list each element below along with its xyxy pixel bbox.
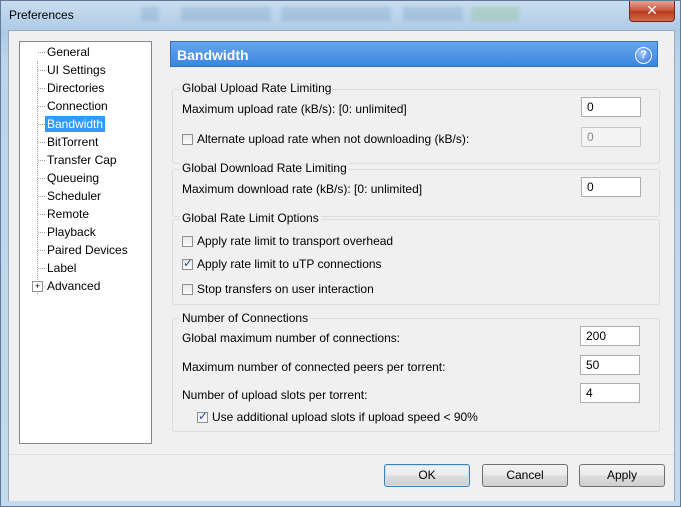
tree-item-directories[interactable]: Directories <box>45 80 106 96</box>
ok-button[interactable]: OK <box>384 464 470 487</box>
max-download-label: Maximum download rate (kB/s): [0: unlimi… <box>182 182 423 196</box>
panel-title: Bandwidth <box>177 47 249 63</box>
alt-upload-label: Alternate upload rate when not downloadi… <box>197 132 470 146</box>
tree-connector <box>38 70 45 71</box>
max-upload-label: Maximum upload rate (kB/s): [0: unlimite… <box>182 102 407 116</box>
utp-label: Apply rate limit to uTP connections <box>197 257 382 271</box>
tree-connector <box>38 250 45 251</box>
transport-overhead-checkbox[interactable]: Apply rate limit to transport overhead <box>182 234 393 248</box>
tree-connector <box>38 196 45 197</box>
window-title: Preferences <box>9 8 74 22</box>
peers-per-torrent-label: Maximum number of connected peers per to… <box>182 360 446 374</box>
tree-item-paired-devices[interactable]: Paired Devices <box>45 242 130 258</box>
transport-overhead-box[interactable] <box>182 236 193 247</box>
background-title-blur <box>141 3 521 25</box>
tree-item-bittorrent[interactable]: BitTorrent <box>45 134 100 150</box>
additional-slots-label: Use additional upload slots if upload sp… <box>212 410 478 424</box>
stop-transfers-label: Stop transfers on user interaction <box>197 282 374 296</box>
tree-item-label[interactable]: Label <box>45 260 78 276</box>
tree-item-connection[interactable]: Connection <box>45 98 110 114</box>
tree-item-general[interactable]: General <box>45 44 92 60</box>
tree-item-transfer-cap[interactable]: Transfer Cap <box>45 152 119 168</box>
tree-connector <box>38 268 45 269</box>
tree-connector <box>38 106 45 107</box>
bandwidth-panel: Bandwidth ? Global Upload Rate Limiting … <box>170 41 660 441</box>
alt-upload-box[interactable] <box>182 134 193 145</box>
upload-slots-input[interactable]: 4 <box>580 383 640 403</box>
close-icon: ✕ <box>646 2 658 18</box>
tree-connector <box>38 88 45 89</box>
tree-item-playback[interactable]: Playback <box>45 224 98 240</box>
additional-slots-box[interactable] <box>197 409 208 423</box>
upload-slots-label: Number of upload slots per torrent: <box>182 388 368 402</box>
connections-group-title: Number of Connections <box>180 311 311 325</box>
panel-banner: Bandwidth ? <box>170 41 658 67</box>
tree-connector <box>38 52 45 53</box>
max-upload-input[interactable]: 0 <box>581 97 641 117</box>
tree-connector <box>38 178 45 179</box>
apply-button[interactable]: Apply <box>579 464 665 487</box>
expand-icon[interactable]: + <box>32 281 43 292</box>
utp-box[interactable] <box>182 256 193 270</box>
tree-connector <box>38 160 45 161</box>
category-tree: General UI Settings Directories Connection B… <box>19 41 152 444</box>
cancel-button[interactable]: Cancel <box>482 464 568 487</box>
tree-item-ui-settings[interactable]: UI Settings <box>45 62 108 78</box>
tree-connector <box>38 214 45 215</box>
transport-overhead-label: Apply rate limit to transport overhead <box>197 234 394 248</box>
tree-item-bandwidth[interactable]: Bandwidth <box>45 116 106 132</box>
download-group-title: Global Download Rate Limiting <box>180 161 349 175</box>
tree-item-scheduler[interactable]: Scheduler <box>45 188 103 204</box>
dialog-footer: OK Cancel Apply <box>9 454 674 501</box>
tree-connector <box>38 124 45 125</box>
close-button[interactable]: ✕ <box>629 1 675 22</box>
dialog-client: General UI Settings Directories Connection B… <box>8 30 675 501</box>
tree-connector <box>38 142 45 143</box>
stop-transfers-checkbox[interactable]: Stop transfers on user interaction <box>182 282 374 296</box>
tree-connector <box>38 232 45 233</box>
preferences-window: Preferences ✕ General UI Settings Director… <box>0 0 681 507</box>
max-download-input[interactable]: 0 <box>581 177 641 197</box>
peers-per-torrent-input[interactable]: 50 <box>580 355 640 375</box>
help-icon[interactable]: ? <box>635 47 652 64</box>
alt-upload-checkbox[interactable]: Alternate upload rate when not downloadi… <box>182 132 469 146</box>
tree-item-remote[interactable]: Remote <box>45 206 91 222</box>
global-connections-input[interactable]: 200 <box>580 326 640 346</box>
stop-transfers-box[interactable] <box>182 284 193 295</box>
alt-upload-input[interactable]: 0 <box>581 127 641 147</box>
utp-checkbox[interactable]: Apply rate limit to uTP connections <box>182 256 382 271</box>
tree-item-queueing[interactable]: Queueing <box>45 170 101 186</box>
tree-item-advanced[interactable]: Advanced <box>45 278 102 294</box>
rate-options-group-title: Global Rate Limit Options <box>180 211 321 225</box>
upload-group-title: Global Upload Rate Limiting <box>180 81 334 95</box>
additional-slots-checkbox[interactable]: Use additional upload slots if upload sp… <box>197 409 478 424</box>
global-connections-label: Global maximum number of connections: <box>182 331 401 345</box>
